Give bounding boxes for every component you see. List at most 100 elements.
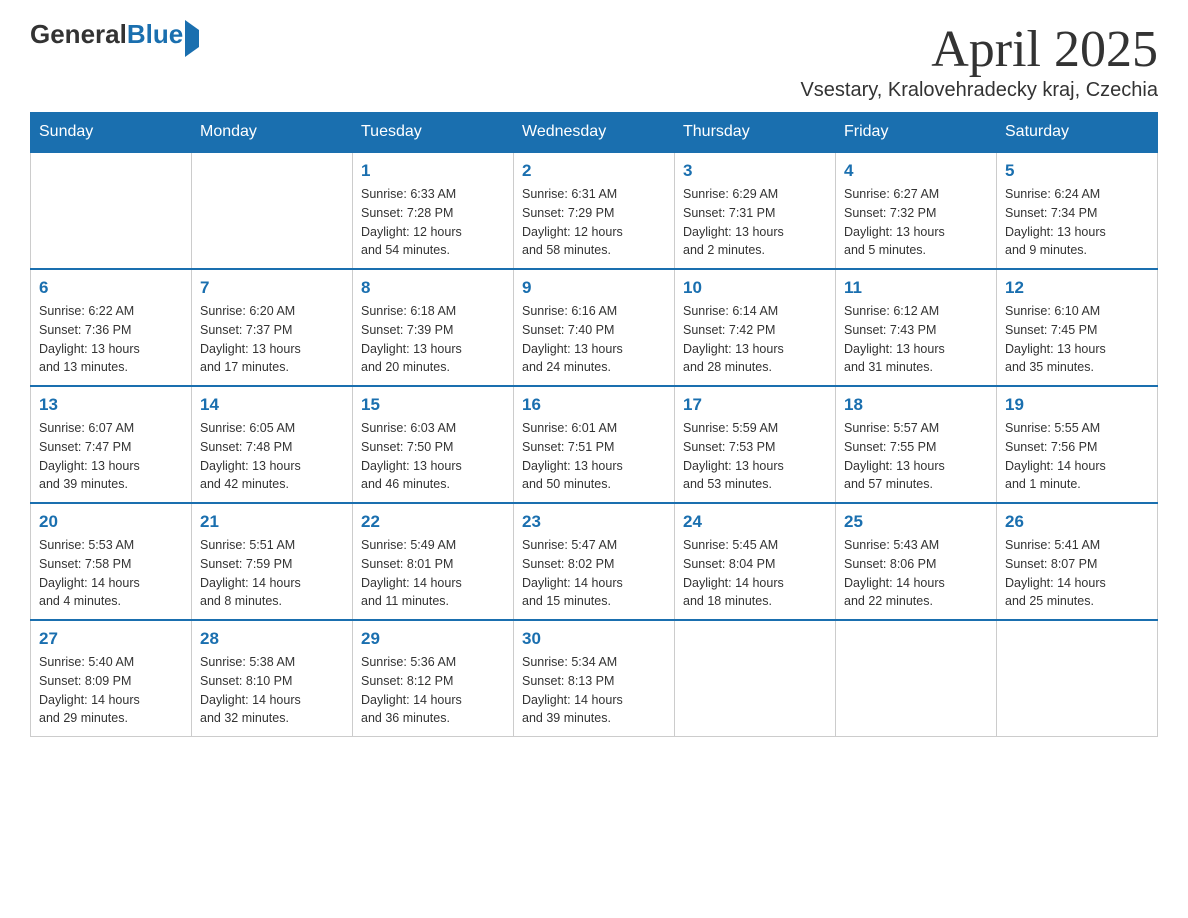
weekday-header-sunday: Sunday (31, 113, 192, 153)
calendar-cell[interactable]: 10Sunrise: 6:14 AMSunset: 7:42 PMDayligh… (675, 269, 836, 386)
calendar-cell[interactable]: 24Sunrise: 5:45 AMSunset: 8:04 PMDayligh… (675, 503, 836, 620)
day-info: Sunrise: 5:51 AMSunset: 7:59 PMDaylight:… (200, 536, 344, 611)
calendar-cell[interactable]: 16 Sunrise: 6:01 AMSunset: 7:51 PMDayligh… (514, 386, 675, 503)
calendar-cell[interactable]: 2Sunrise: 6:31 AMSunset: 7:29 PMDaylight… (514, 152, 675, 269)
day-number: 4 (844, 161, 988, 181)
calendar-cell[interactable]: 17Sunrise: 5:59 AMSunset: 7:53 PMDayligh… (675, 386, 836, 503)
day-info: Sunrise: 6:01 AMSunset: 7:51 PMDaylight:… (522, 419, 666, 494)
calendar-table: SundayMondayTuesdayWednesdayThursdayFrid… (30, 112, 1158, 737)
day-number: 13 (39, 395, 183, 415)
calendar-cell[interactable]: 23 Sunrise: 5:47 AMSunset: 8:02 PMDayligh… (514, 503, 675, 620)
calendar-cell[interactable]: 11Sunrise: 6:12 AMSunset: 7:43 PMDayligh… (836, 269, 997, 386)
day-info: Sunrise: 5:41 AMSunset: 8:07 PMDaylight:… (1005, 536, 1149, 611)
day-number: 29 (361, 629, 505, 649)
calendar-week-row: 1 Sunrise: 6:33 AMSunset: 7:28 PMDaylight… (31, 152, 1158, 269)
calendar-cell (192, 152, 353, 269)
day-number: 19 (1005, 395, 1149, 415)
weekday-header-row: SundayMondayTuesdayWednesdayThursdayFrid… (31, 113, 1158, 153)
calendar-cell[interactable]: 6Sunrise: 6:22 AMSunset: 7:36 PMDaylight… (31, 269, 192, 386)
calendar-cell[interactable]: 22Sunrise: 5:49 AMSunset: 8:01 PMDayligh… (353, 503, 514, 620)
day-info: Sunrise: 6:12 AMSunset: 7:43 PMDaylight:… (844, 302, 988, 377)
day-number: 3 (683, 161, 827, 181)
day-number: 1 (361, 161, 505, 181)
weekday-header-monday: Monday (192, 113, 353, 153)
day-info: Sunrise: 5:57 AMSunset: 7:55 PMDaylight:… (844, 419, 988, 494)
calendar-cell[interactable]: 19Sunrise: 5:55 AMSunset: 7:56 PMDayligh… (997, 386, 1158, 503)
calendar-cell[interactable]: 3 Sunrise: 6:29 AMSunset: 7:31 PMDaylight… (675, 152, 836, 269)
calendar-week-row: 20Sunrise: 5:53 AMSunset: 7:58 PMDayligh… (31, 503, 1158, 620)
calendar-cell[interactable]: 9Sunrise: 6:16 AMSunset: 7:40 PMDaylight… (514, 269, 675, 386)
logo-general: General (30, 19, 127, 49)
calendar-header: SundayMondayTuesdayWednesdayThursdayFrid… (31, 113, 1158, 153)
calendar-cell[interactable]: 15 Sunrise: 6:03 AMSunset: 7:50 PMDayligh… (353, 386, 514, 503)
calendar-cell[interactable]: 27 Sunrise: 5:40 AMSunset: 8:09 PMDayligh… (31, 620, 192, 737)
calendar-week-row: 13 Sunrise: 6:07 AMSunset: 7:47 PMDayligh… (31, 386, 1158, 503)
day-number: 25 (844, 512, 988, 532)
day-info: Sunrise: 6:05 AMSunset: 7:48 PMDaylight:… (200, 419, 344, 494)
day-number: 8 (361, 278, 505, 298)
day-number: 18 (844, 395, 988, 415)
calendar-cell (31, 152, 192, 269)
calendar-cell[interactable]: 4 Sunrise: 6:27 AMSunset: 7:32 PMDaylight… (836, 152, 997, 269)
day-number: 23 (522, 512, 666, 532)
day-number: 28 (200, 629, 344, 649)
day-info: Sunrise: 6:20 AMSunset: 7:37 PMDaylight:… (200, 302, 344, 377)
weekday-header-thursday: Thursday (675, 113, 836, 153)
day-number: 21 (200, 512, 344, 532)
day-info: Sunrise: 5:38 AMSunset: 8:10 PMDaylight:… (200, 653, 344, 728)
day-number: 7 (200, 278, 344, 298)
logo-arrow-icon (185, 20, 199, 57)
day-number: 14 (200, 395, 344, 415)
weekday-header-tuesday: Tuesday (353, 113, 514, 153)
calendar-cell[interactable]: 7 Sunrise: 6:20 AMSunset: 7:37 PMDaylight… (192, 269, 353, 386)
title-section: April 2025 Vsestary, Kralovehradecky kra… (800, 20, 1158, 102)
calendar-cell[interactable]: 12Sunrise: 6:10 AMSunset: 7:45 PMDayligh… (997, 269, 1158, 386)
day-info: Sunrise: 6:24 AMSunset: 7:34 PMDaylight:… (1005, 185, 1149, 260)
calendar-cell[interactable]: 29 Sunrise: 5:36 AMSunset: 8:12 PMDayligh… (353, 620, 514, 737)
calendar-cell[interactable]: 26 Sunrise: 5:41 AMSunset: 8:07 PMDayligh… (997, 503, 1158, 620)
day-info: Sunrise: 6:29 AMSunset: 7:31 PMDaylight:… (683, 185, 827, 260)
day-info: Sunrise: 5:34 AMSunset: 8:13 PMDaylight:… (522, 653, 666, 728)
calendar-cell[interactable]: 13 Sunrise: 6:07 AMSunset: 7:47 PMDayligh… (31, 386, 192, 503)
calendar-cell[interactable]: 21 Sunrise: 5:51 AMSunset: 7:59 PMDayligh… (192, 503, 353, 620)
calendar-cell[interactable]: 1 Sunrise: 6:33 AMSunset: 7:28 PMDaylight… (353, 152, 514, 269)
day-number: 26 (1005, 512, 1149, 532)
calendar-cell[interactable]: 8 Sunrise: 6:18 AMSunset: 7:39 PMDaylight… (353, 269, 514, 386)
calendar-cell[interactable]: 5Sunrise: 6:24 AMSunset: 7:34 PMDaylight… (997, 152, 1158, 269)
day-info: Sunrise: 5:36 AMSunset: 8:12 PMDaylight:… (361, 653, 505, 728)
month-title: April 2025 (800, 20, 1158, 79)
day-info: Sunrise: 5:40 AMSunset: 8:09 PMDaylight:… (39, 653, 183, 728)
day-info: Sunrise: 6:03 AMSunset: 7:50 PMDaylight:… (361, 419, 505, 494)
day-info: Sunrise: 5:47 AMSunset: 8:02 PMDaylight:… (522, 536, 666, 611)
calendar-week-row: 6Sunrise: 6:22 AMSunset: 7:36 PMDaylight… (31, 269, 1158, 386)
day-number: 16 (522, 395, 666, 415)
day-info: Sunrise: 6:07 AMSunset: 7:47 PMDaylight:… (39, 419, 183, 494)
calendar-cell[interactable]: 14 Sunrise: 6:05 AMSunset: 7:48 PMDayligh… (192, 386, 353, 503)
day-number: 15 (361, 395, 505, 415)
day-number: 22 (361, 512, 505, 532)
calendar-cell[interactable]: 20Sunrise: 5:53 AMSunset: 7:58 PMDayligh… (31, 503, 192, 620)
day-number: 17 (683, 395, 827, 415)
calendar-cell[interactable]: 18 Sunrise: 5:57 AMSunset: 7:55 PMDayligh… (836, 386, 997, 503)
calendar-week-row: 27 Sunrise: 5:40 AMSunset: 8:09 PMDayligh… (31, 620, 1158, 737)
calendar-cell[interactable]: 30Sunrise: 5:34 AMSunset: 8:13 PMDayligh… (514, 620, 675, 737)
calendar-cell (997, 620, 1158, 737)
day-info: Sunrise: 6:27 AMSunset: 7:32 PMDaylight:… (844, 185, 988, 260)
logo-blue: Blue (127, 19, 183, 49)
page-header: GeneralBlue April 2025 Vsestary, Kralove… (30, 20, 1158, 102)
calendar-body: 1 Sunrise: 6:33 AMSunset: 7:28 PMDaylight… (31, 152, 1158, 737)
day-info: Sunrise: 5:43 AMSunset: 8:06 PMDaylight:… (844, 536, 988, 611)
day-info: Sunrise: 5:45 AMSunset: 8:04 PMDaylight:… (683, 536, 827, 611)
weekday-header-friday: Friday (836, 113, 997, 153)
day-number: 27 (39, 629, 183, 649)
calendar-cell[interactable]: 25 Sunrise: 5:43 AMSunset: 8:06 PMDayligh… (836, 503, 997, 620)
logo[interactable]: GeneralBlue (30, 20, 199, 49)
day-info: Sunrise: 6:33 AMSunset: 7:28 PMDaylight:… (361, 185, 505, 260)
day-number: 6 (39, 278, 183, 298)
day-number: 10 (683, 278, 827, 298)
day-info: Sunrise: 6:18 AMSunset: 7:39 PMDaylight:… (361, 302, 505, 377)
day-info: Sunrise: 6:10 AMSunset: 7:45 PMDaylight:… (1005, 302, 1149, 377)
calendar-cell[interactable]: 28 Sunrise: 5:38 AMSunset: 8:10 PMDayligh… (192, 620, 353, 737)
day-number: 20 (39, 512, 183, 532)
calendar-cell (836, 620, 997, 737)
